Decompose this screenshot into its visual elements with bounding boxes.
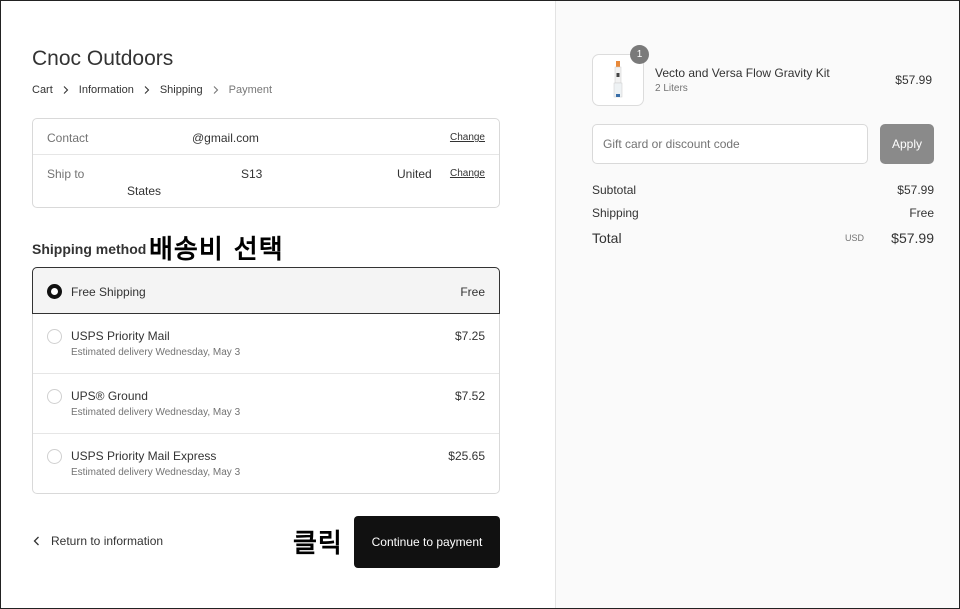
shipping-option-price: $7.25 xyxy=(454,329,485,343)
shipping-option-free[interactable]: Free Shipping Free xyxy=(32,267,500,314)
product-variant: 2 Liters xyxy=(655,83,688,94)
annotation-click: 클릭 xyxy=(293,529,343,559)
chevron-left-icon xyxy=(33,536,39,546)
shipping-option-estimate: Estimated delivery Wednesday, May 3 xyxy=(71,347,241,358)
radio-checked-icon[interactable] xyxy=(47,284,62,299)
discount-code-input[interactable] xyxy=(592,124,868,164)
ship-to-country: United xyxy=(397,167,432,181)
chevron-right-icon xyxy=(143,86,151,94)
apply-discount-button[interactable]: Apply xyxy=(880,124,934,164)
shipping-option-name: USPS Priority Mail xyxy=(71,329,170,343)
radio-unchecked-icon[interactable] xyxy=(47,449,62,464)
return-label: Return to information xyxy=(51,534,164,548)
contact-label: Contact xyxy=(47,131,89,145)
shipping-option-price: $7.52 xyxy=(454,389,485,403)
shipping-option-ups-ground[interactable]: UPS® Ground Estimated delivery Wednesday… xyxy=(33,374,499,434)
breadcrumb-shipping: Shipping xyxy=(159,84,203,96)
radio-unchecked-icon[interactable] xyxy=(47,329,62,344)
shipping-option-price: $25.65 xyxy=(448,449,485,463)
shipping-label: Shipping xyxy=(592,206,639,220)
ship-to-label: Ship to xyxy=(47,167,85,181)
breadcrumb-information[interactable]: Information xyxy=(79,84,134,96)
chevron-right-icon xyxy=(212,86,220,94)
total-label: Total xyxy=(592,230,622,246)
quantity-badge: 1 xyxy=(630,45,649,64)
shipping-option-price: Free xyxy=(460,285,485,299)
return-to-information-link[interactable]: Return to information xyxy=(32,534,163,548)
shipping-option-name: USPS Priority Mail Express xyxy=(71,449,217,463)
currency-code: USD xyxy=(844,233,864,243)
breadcrumb: Cart Information Shipping Payment xyxy=(32,84,272,96)
shipping-option-name: UPS® Ground xyxy=(71,389,148,403)
total-value: $57.99 xyxy=(891,230,934,246)
breadcrumb-payment: Payment xyxy=(228,84,273,96)
shipping-option-usps-priority[interactable]: USPS Priority Mail Estimated delivery We… xyxy=(33,314,499,374)
ship-to-country-cont: States xyxy=(127,184,162,198)
breadcrumb-cart[interactable]: Cart xyxy=(32,84,53,96)
chevron-right-icon xyxy=(62,86,70,94)
contact-value: @gmail.com xyxy=(192,131,259,145)
review-block: Contact @gmail.com Change Ship to S13 Un… xyxy=(32,118,500,208)
store-name[interactable]: Cnoc Outdoors xyxy=(32,47,173,71)
order-summary: 1 Vecto and Versa Flow Gravity Kit 2 Lit… xyxy=(555,1,959,608)
subtotal-label: Subtotal xyxy=(592,183,637,197)
main-column: Cnoc Outdoors Cart Information Shipping … xyxy=(1,1,555,608)
shipping-value: Free xyxy=(909,206,934,220)
subtotal-value: $57.99 xyxy=(897,183,934,197)
shipping-method-title: Shipping method xyxy=(32,241,147,257)
shipping-methods-list: Free Shipping Free USPS Priority Mail Es… xyxy=(32,267,500,494)
change-ship-to-link[interactable]: Change xyxy=(450,168,485,179)
shipping-option-name: Free Shipping xyxy=(71,285,146,299)
review-row-ship-to: Ship to S13 United States Change xyxy=(33,155,499,208)
shipping-option-estimate: Estimated delivery Wednesday, May 3 xyxy=(71,467,241,478)
product-name: Vecto and Versa Flow Gravity Kit xyxy=(655,66,830,80)
review-row-contact: Contact @gmail.com Change xyxy=(33,119,499,155)
change-contact-link[interactable]: Change xyxy=(450,132,485,143)
product-price: $57.99 xyxy=(895,73,932,87)
shipping-option-usps-express[interactable]: USPS Priority Mail Express Estimated del… xyxy=(33,434,499,494)
annotation-select-shipping: 배송비 선택 xyxy=(149,235,284,265)
shipping-option-estimate: Estimated delivery Wednesday, May 3 xyxy=(71,407,241,418)
continue-to-payment-button[interactable]: Continue to payment xyxy=(354,516,500,568)
radio-unchecked-icon[interactable] xyxy=(47,389,62,404)
ship-to-address: S13 xyxy=(241,167,263,181)
